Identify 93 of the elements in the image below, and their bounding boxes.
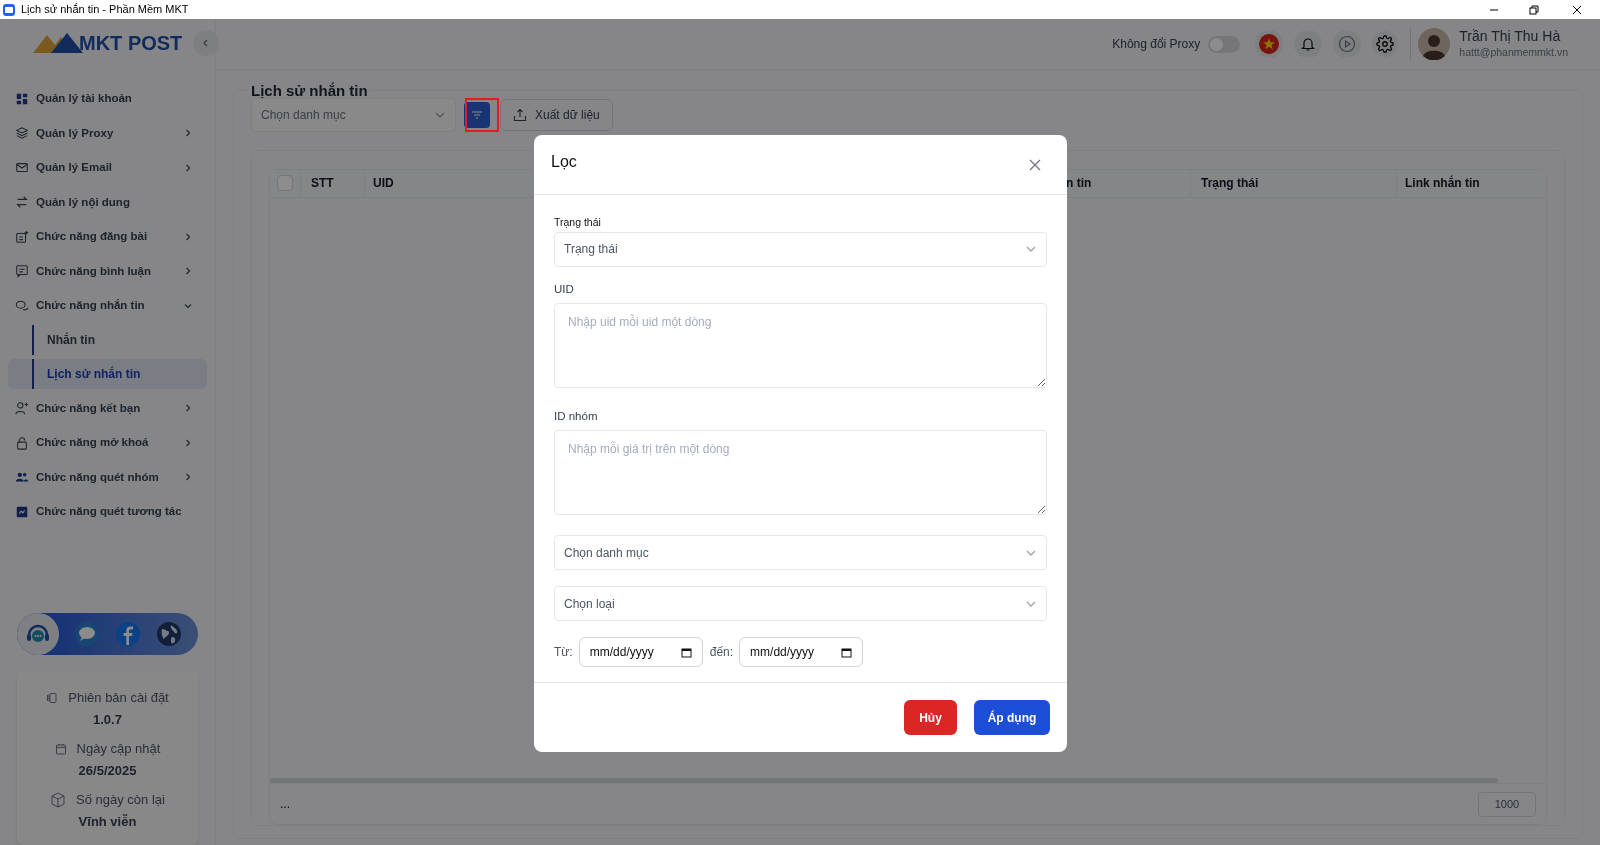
- box-icon: [50, 791, 67, 808]
- user-email: hattt@phanmemmkt.vn: [1459, 45, 1568, 61]
- column-header: n tin: [1065, 175, 1093, 192]
- field-label: Trạng thái: [554, 215, 602, 230]
- sidebar-item[interactable]: Chức năng quét nhóm: [8, 460, 207, 495]
- footer-text: ...: [280, 796, 290, 813]
- grid-icon: [15, 91, 29, 106]
- apply-button[interactable]: Áp dụng: [974, 700, 1050, 735]
- info-label: Phiên bản cài đặt: [68, 689, 169, 707]
- close-icon: [1572, 4, 1582, 15]
- avatar: [1418, 28, 1451, 60]
- cancel-button[interactable]: Hủy: [904, 700, 957, 735]
- globe-icon: [156, 621, 182, 647]
- chevron-right-icon: [183, 231, 193, 242]
- sidebar-item[interactable]: Chức năng đăng bài: [8, 219, 207, 254]
- date-field[interactable]: mm/dd/yyyy: [739, 637, 864, 668]
- info-value: 26/5/2025: [78, 761, 137, 780]
- website-link[interactable]: [156, 621, 182, 647]
- category-select[interactable]: Chọn danh mục: [251, 97, 456, 132]
- export-button[interactable]: Xuất dữ liệu: [500, 98, 613, 131]
- play-button[interactable]: [1333, 30, 1362, 58]
- layers-icon: [15, 126, 29, 141]
- chart-icon: [15, 504, 29, 519]
- mail-icon: [15, 160, 29, 175]
- sidebar-subitem[interactable]: Nhắn tin: [8, 325, 207, 355]
- dialog-title: Lọc: [551, 151, 577, 172]
- notification-button[interactable]: [1294, 30, 1323, 58]
- select-field[interactable]: Trạng thái: [554, 231, 1047, 267]
- comment-icon: [15, 264, 29, 279]
- field-label: UID: [554, 281, 575, 297]
- column-header: STT: [300, 169, 364, 197]
- close-icon: [1029, 158, 1041, 171]
- filter-icon: [471, 109, 483, 120]
- sidebar-item[interactable]: Chức năng mở khoá: [8, 425, 207, 460]
- chevron-right-icon: [183, 403, 193, 414]
- uid-input[interactable]: Nhập uid mỗi uid một dòng: [554, 303, 1047, 388]
- facebook-link[interactable]: [115, 621, 141, 647]
- sidebar-item[interactable]: Chức năng quét tương tác: [8, 494, 207, 529]
- date-field[interactable]: mm/dd/yyyy: [578, 637, 703, 668]
- column-header: Trạng thái: [1190, 169, 1396, 197]
- document-plus-icon: [15, 229, 29, 244]
- chevron-right-icon: [183, 472, 193, 483]
- filter-button[interactable]: [464, 101, 490, 128]
- select-all-checkbox[interactable]: [277, 175, 293, 191]
- sidebar-item[interactable]: Chức năng bình luận: [8, 254, 207, 289]
- info-value: Vĩnh viễn: [78, 812, 137, 831]
- sidebar-item[interactable]: Chức năng nhắn tin: [8, 288, 207, 323]
- chevron-right-icon: [183, 162, 193, 173]
- flag-icon: [1259, 34, 1280, 54]
- sidebar-item[interactable]: Quản lý Proxy: [8, 116, 207, 151]
- calendar-icon: [680, 646, 692, 658]
- sidebar-subitem[interactable]: Lịch sử nhắn tin: [8, 359, 207, 389]
- upload-icon: [513, 107, 527, 122]
- sidebar-item[interactable]: Quản lý Email: [8, 150, 207, 185]
- from-label: Từ:: [554, 644, 573, 662]
- chat-bubbles-icon: [15, 298, 29, 313]
- play-icon: [1338, 35, 1357, 53]
- device-icon: [46, 691, 59, 704]
- settings-button[interactable]: [1372, 31, 1399, 57]
- column-header: Link nhắn tin: [1396, 169, 1546, 197]
- restore-icon: [1529, 4, 1539, 15]
- info-label: Ngày cập nhật: [76, 740, 161, 758]
- settings-icon: [1376, 35, 1395, 53]
- facebook-icon: [115, 621, 141, 647]
- bell-icon: [1300, 36, 1317, 52]
- page-size-field[interactable]: 1000: [1478, 791, 1536, 817]
- chevron-right-icon: [183, 128, 193, 139]
- to-label: đến:: [709, 644, 734, 662]
- group-id-input[interactable]: Nhập mỗi giá trị trên một dòng: [554, 430, 1047, 516]
- calendar-icon: [54, 742, 67, 755]
- chevron-right-icon: [183, 437, 193, 448]
- logo-text: MKT POST: [79, 31, 183, 57]
- chat-link[interactable]: [74, 621, 100, 647]
- select-field[interactable]: Chọn loại: [554, 586, 1047, 622]
- sidebar-item[interactable]: Quản lý tài khoản: [8, 81, 207, 116]
- field-label: ID nhóm: [554, 409, 599, 424]
- swap-icon: [15, 195, 29, 210]
- info-value: 1.0.7: [93, 710, 122, 729]
- language-button[interactable]: [1255, 30, 1284, 58]
- window-title: Lịch sử nhắn tin - Phần Mềm MKT: [21, 2, 189, 18]
- sidebar-item[interactable]: Quản lý nội dung: [8, 185, 207, 220]
- user-plus-icon: [15, 401, 29, 416]
- info-label: Số ngày còn lại: [76, 791, 165, 809]
- sidebar-item[interactable]: Chức năng kết bạn: [8, 391, 207, 426]
- calendar-icon: [841, 646, 853, 658]
- chevron-right-icon: [183, 266, 193, 277]
- proxy-toggle-label: Không đổi Proxy: [1112, 36, 1201, 53]
- lock-icon: [15, 435, 29, 450]
- chat-bubble-icon: [74, 621, 100, 647]
- select-field[interactable]: Chọn danh mục: [554, 535, 1047, 571]
- chevron-left-icon: [202, 39, 210, 48]
- user-name: Trần Thị Thu Hà: [1459, 27, 1562, 46]
- support-button[interactable]: [17, 613, 59, 655]
